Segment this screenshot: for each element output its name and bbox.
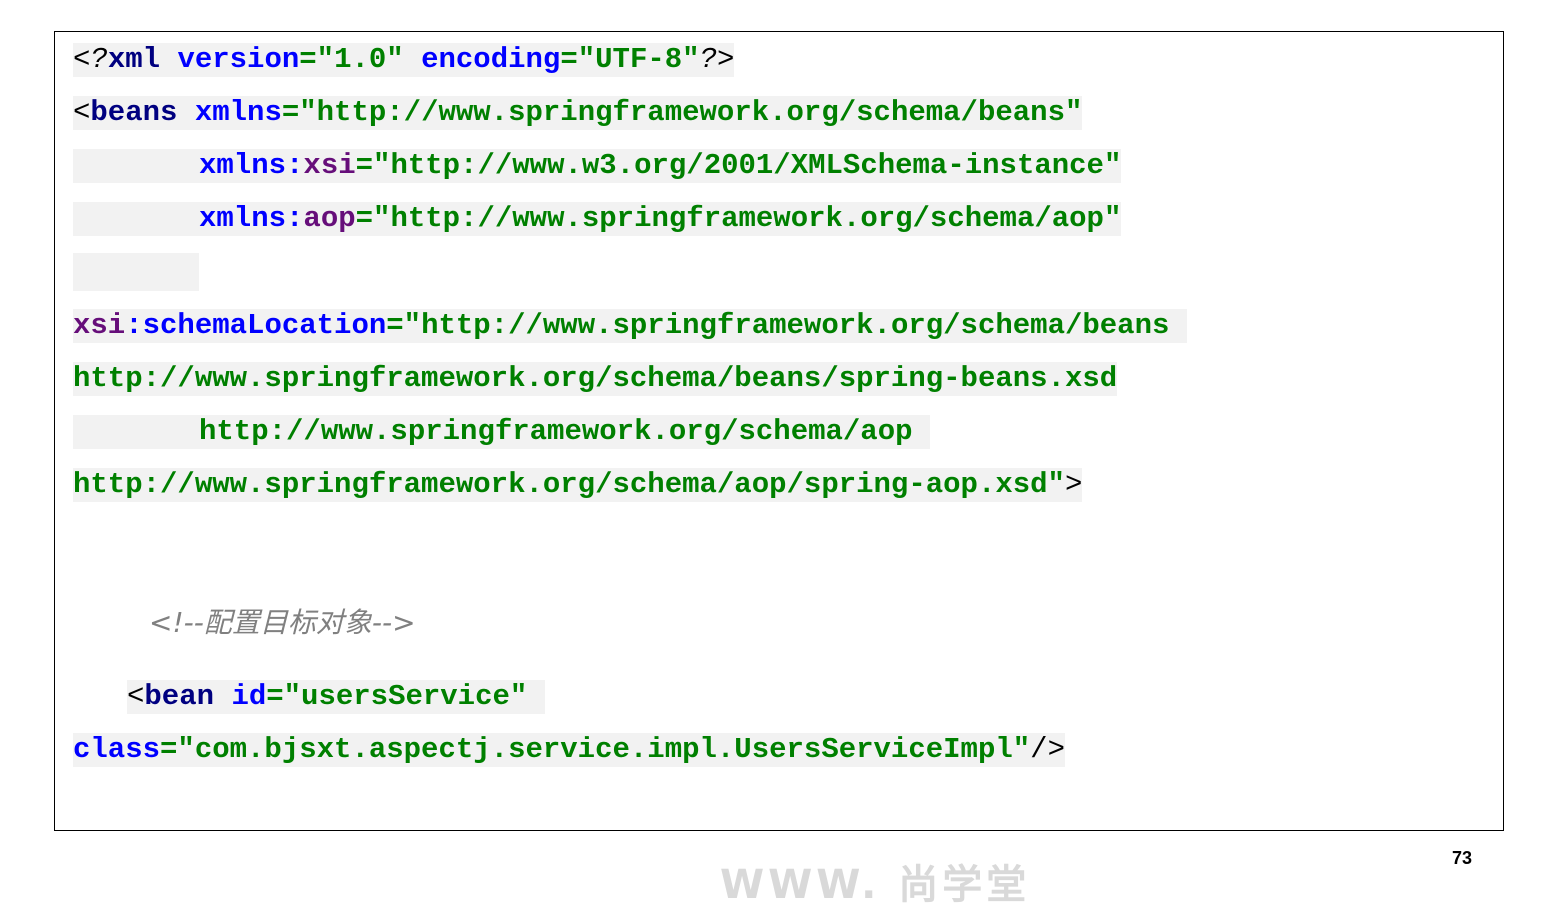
id-attr: id	[231, 680, 267, 713]
xmlns-prefix: xmlns	[199, 202, 287, 235]
encoding-value: ="UTF-8"	[560, 43, 700, 76]
code-line-beans-open: <beans xmlns="http://www.springframework…	[73, 96, 1083, 130]
schema-location-value: ="http://www.springframework.org/schema/…	[386, 309, 1170, 342]
version-value: ="1.0"	[299, 43, 404, 76]
pi-close: ?>	[699, 43, 735, 76]
lt-symbol: <	[127, 680, 145, 713]
aop-schema-url: http://www.springframework.org/schema/ao…	[199, 415, 913, 448]
code-line-bean-class: class="com.bjsxt.aspectj.service.impl.Us…	[73, 733, 1065, 767]
self-close-symbol: />	[1030, 733, 1065, 766]
version-attr: version	[177, 43, 300, 76]
code-line-aop-schema: http://www.springframework.org/schema/ao…	[73, 415, 930, 449]
code-line-xmlns-xsi: xmlns:xsi="http://www.w3.org/2001/XMLSch…	[73, 149, 1122, 183]
xsi-namespace: xsi	[303, 149, 356, 182]
xmlns-value: ="http://www.springframework.org/schema/…	[281, 96, 1083, 129]
id-value: ="usersService"	[266, 680, 528, 713]
class-attr: class	[73, 733, 161, 766]
beans-xsd-url: http://www.springframework.org/schema/be…	[73, 362, 1118, 395]
page-number: 73	[1452, 848, 1473, 868]
encoding-attr: encoding	[421, 43, 561, 76]
colon: :	[125, 309, 143, 342]
beans-tag: beans	[90, 96, 178, 129]
code-line-comment: <!--配置目标对象-->	[149, 606, 416, 640]
comment-text: <!--配置目标对象-->	[149, 606, 416, 639]
aop-namespace: aop	[303, 202, 356, 235]
colon: :	[286, 149, 304, 182]
watermark-logo: WWW. 尚学堂	[720, 862, 1031, 908]
code-line-schema-location: xsi:schemaLocation="http://www.springfra…	[73, 309, 1187, 343]
aop-value: ="http://www.springframework.org/schema/…	[355, 202, 1122, 235]
gt-symbol: >	[1064, 468, 1083, 501]
lt-symbol: <	[73, 96, 91, 129]
code-block: <?xml version="1.0" encoding="UTF-8"?> <…	[54, 31, 1504, 831]
pi-open: <?	[73, 43, 108, 76]
blank-line-highlight	[73, 253, 199, 291]
code-line-beans-xsd: http://www.springframework.org/schema/be…	[73, 362, 1118, 396]
code-line-bean-open: <bean id="usersService"	[127, 680, 545, 714]
xmlns-attr: xmlns	[194, 96, 282, 129]
xml-keyword: xml	[107, 43, 161, 76]
bean-tag: bean	[144, 680, 215, 713]
xsi-prefix: xsi	[73, 309, 126, 342]
aop-xsd-url: http://www.springframework.org/schema/ao…	[73, 468, 1065, 501]
code-line-xml-declaration: <?xml version="1.0" encoding="UTF-8"?>	[73, 43, 735, 77]
code-line-aop-xsd: http://www.springframework.org/schema/ao…	[73, 468, 1083, 502]
schema-location-attr: schemaLocation	[142, 309, 387, 342]
xmlns-prefix: xmlns	[199, 149, 287, 182]
code-line-xmlns-aop: xmlns:aop="http://www.springframework.or…	[73, 202, 1122, 236]
xsi-value: ="http://www.w3.org/2001/XMLSchema-insta…	[355, 149, 1122, 182]
class-value: ="com.bjsxt.aspectj.service.impl.UsersSe…	[160, 733, 1031, 766]
colon: :	[286, 202, 304, 235]
